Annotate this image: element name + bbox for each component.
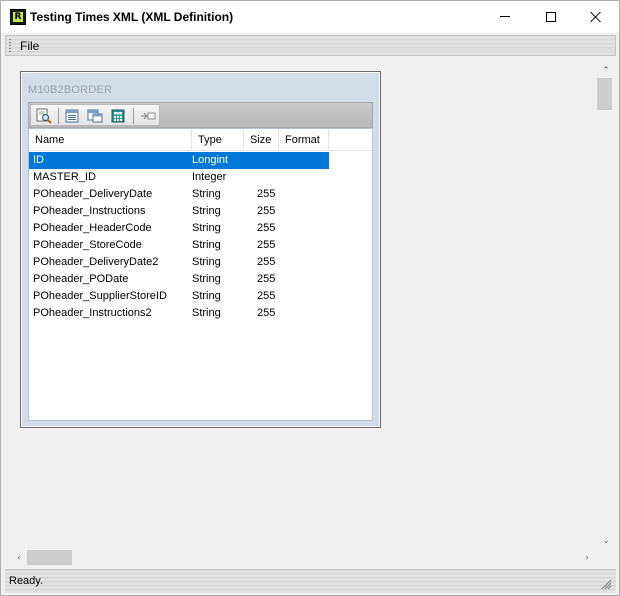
preview-button[interactable] bbox=[35, 107, 53, 124]
scroll-down-icon[interactable]: ⌄ bbox=[601, 535, 611, 545]
horizontal-scrollbar[interactable]: ‹ › bbox=[7, 549, 597, 566]
child-toolbar bbox=[28, 102, 373, 128]
field-name-cell: POheader_Instructions bbox=[33, 205, 146, 217]
scroll-right-icon[interactable]: › bbox=[582, 552, 592, 562]
field-name-cell: ID bbox=[33, 154, 44, 166]
field-definition-grid[interactable]: Name Type Size Format ID Longint MASTER_… bbox=[28, 128, 373, 421]
close-icon bbox=[590, 11, 602, 23]
main-window: R Testing Times XML (XML Definition) Fil… bbox=[0, 0, 620, 596]
field-name-cell: POheader_StoreCode bbox=[33, 239, 142, 251]
field-size-cell: 255 bbox=[257, 205, 276, 217]
xml-definition-child-window[interactable]: M10B2BORDER Name Type Size Format ID Lon… bbox=[20, 71, 381, 428]
field-name-cell: POheader_PODate bbox=[33, 273, 129, 285]
field-name-cell: POheader_SupplierStoreID bbox=[33, 290, 167, 302]
table-row[interactable]: POheader_Instructions2 String 255 bbox=[29, 305, 329, 322]
field-name-cell: POheader_DeliveryDate2 bbox=[33, 256, 159, 268]
field-size-cell: 255 bbox=[257, 239, 276, 251]
scroll-up-icon[interactable]: ⌃ bbox=[601, 65, 611, 75]
minimize-button[interactable] bbox=[482, 1, 528, 32]
maximize-button[interactable] bbox=[528, 1, 574, 32]
vertical-scroll-thumb[interactable] bbox=[597, 78, 612, 110]
close-button[interactable] bbox=[573, 1, 619, 32]
grid-header: Name Type Size Format bbox=[29, 129, 372, 151]
field-name-cell: POheader_Instructions2 bbox=[33, 307, 152, 319]
app-logo-letter: R bbox=[13, 12, 23, 22]
child-window-title: M10B2BORDER bbox=[28, 84, 113, 96]
table-row[interactable]: POheader_PODate String 255 bbox=[29, 271, 329, 288]
scroll-left-icon[interactable]: ‹ bbox=[14, 552, 24, 562]
insert-field-button[interactable] bbox=[139, 107, 157, 124]
field-size-cell: 255 bbox=[257, 256, 276, 268]
preview-magnifier-icon bbox=[36, 108, 52, 124]
field-name-cell: POheader_HeaderCode bbox=[33, 222, 152, 234]
field-type-cell: Integer bbox=[192, 171, 227, 183]
field-type-cell: String bbox=[192, 290, 221, 302]
table-row[interactable]: POheader_HeaderCode String 255 bbox=[29, 220, 329, 237]
field-type-cell: Longint bbox=[192, 154, 229, 166]
table-row[interactable]: POheader_StoreCode String 255 bbox=[29, 237, 329, 254]
field-type-cell: String bbox=[192, 273, 221, 285]
column-header-name[interactable]: Name bbox=[29, 129, 192, 151]
table-view-button[interactable] bbox=[63, 107, 81, 124]
form-view-button[interactable] bbox=[86, 107, 104, 124]
table-row[interactable]: POheader_DeliveryDate String 255 bbox=[29, 186, 329, 203]
toolbar-button-group bbox=[30, 104, 160, 126]
status-text: Ready. bbox=[9, 575, 44, 587]
horizontal-scroll-thumb[interactable] bbox=[27, 550, 72, 565]
column-header-format[interactable]: Format bbox=[279, 129, 329, 151]
field-type-cell: String bbox=[192, 239, 221, 251]
resize-grip-icon[interactable] bbox=[600, 578, 612, 590]
field-type-cell: String bbox=[192, 256, 221, 268]
field-type-cell: String bbox=[192, 307, 221, 319]
field-type-cell: String bbox=[192, 222, 221, 234]
calculator-button[interactable] bbox=[109, 107, 127, 124]
insert-field-icon bbox=[141, 112, 156, 119]
toolbar-separator bbox=[58, 108, 59, 124]
vertical-scrollbar[interactable]: ⌃ ⌄ bbox=[597, 61, 614, 549]
title-bar[interactable]: R Testing Times XML (XML Definition) bbox=[1, 1, 619, 33]
table-row[interactable]: MASTER_ID Integer bbox=[29, 169, 329, 186]
menu-grip-handle[interactable] bbox=[9, 39, 11, 53]
table-row[interactable]: ID Longint bbox=[29, 152, 329, 169]
window-title: Testing Times XML (XML Definition) bbox=[30, 10, 234, 24]
field-name-cell: POheader_DeliveryDate bbox=[33, 188, 153, 200]
calculator-icon bbox=[111, 109, 125, 122]
menu-bar: File bbox=[5, 35, 616, 56]
mdi-client-area: M10B2BORDER Name Type Size Format ID Lon… bbox=[5, 59, 616, 567]
toolbar-separator bbox=[133, 108, 134, 124]
form-view-icon bbox=[87, 109, 103, 122]
table-row[interactable]: POheader_Instructions String 255 bbox=[29, 203, 329, 220]
field-type-cell: String bbox=[192, 205, 221, 217]
app-logo-icon: R bbox=[10, 9, 26, 25]
column-header-size[interactable]: Size bbox=[244, 129, 279, 151]
maximize-icon bbox=[546, 11, 556, 22]
table-row[interactable]: POheader_DeliveryDate2 String 255 bbox=[29, 254, 329, 271]
status-bar: Ready. bbox=[5, 569, 616, 593]
field-size-cell: 255 bbox=[257, 307, 276, 319]
field-size-cell: 255 bbox=[257, 290, 276, 302]
field-type-cell: String bbox=[192, 188, 221, 200]
column-header-type[interactable]: Type bbox=[192, 129, 244, 151]
table-row[interactable]: POheader_SupplierStoreID String 255 bbox=[29, 288, 329, 305]
field-name-cell: MASTER_ID bbox=[33, 171, 96, 183]
minimize-icon bbox=[500, 16, 510, 17]
menu-item-file[interactable]: File bbox=[20, 39, 39, 53]
field-size-cell: 255 bbox=[257, 188, 276, 200]
field-size-cell: 255 bbox=[257, 273, 276, 285]
field-size-cell: 255 bbox=[257, 222, 276, 234]
table-view-icon bbox=[65, 109, 79, 122]
